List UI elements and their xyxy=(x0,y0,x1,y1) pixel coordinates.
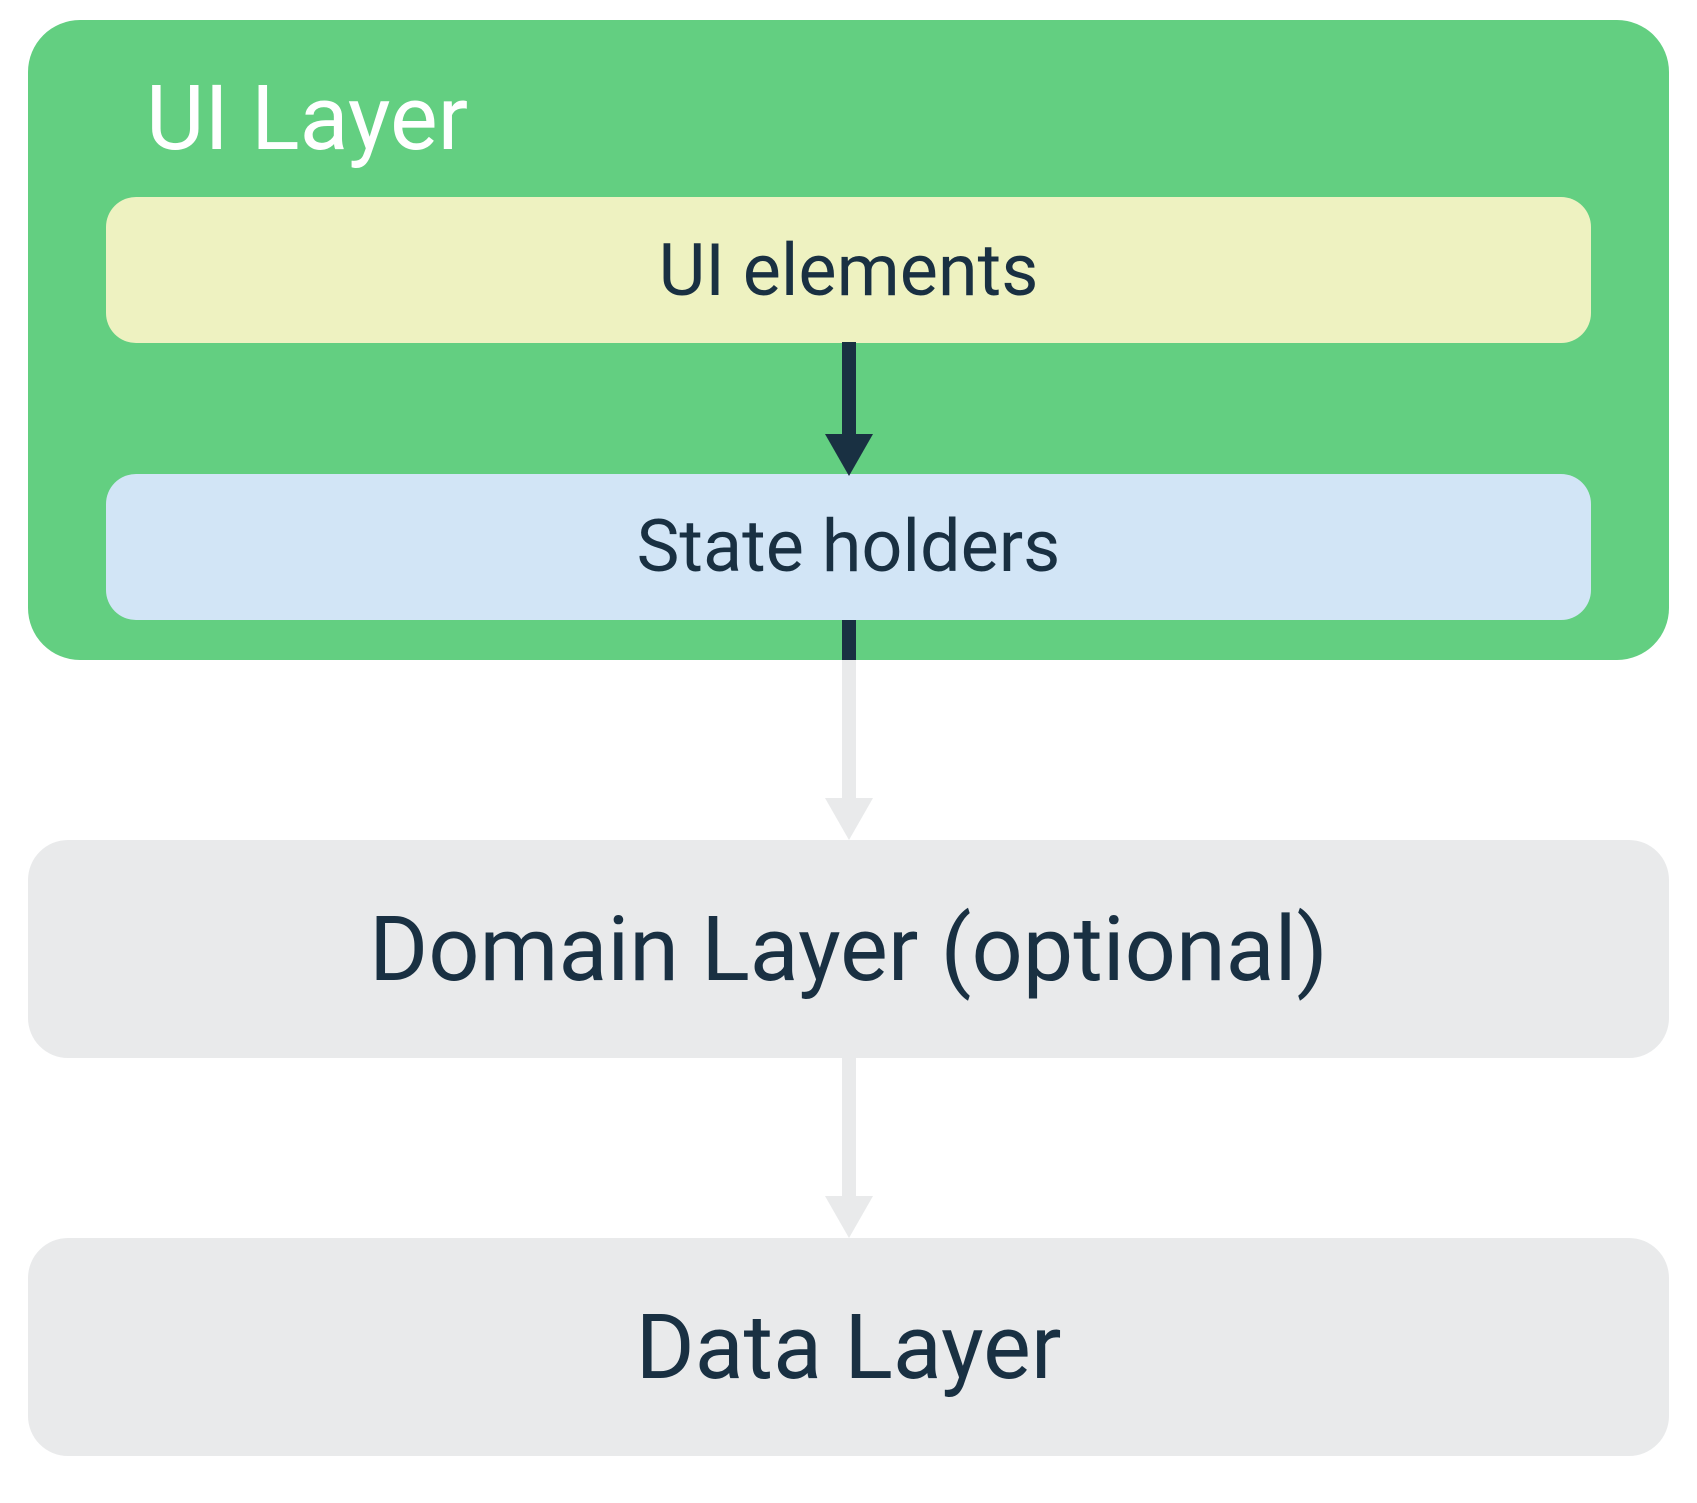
arrow-down-icon xyxy=(819,620,879,840)
data-layer-box: Data Layer xyxy=(28,1238,1669,1456)
ui-elements-box: UI elements xyxy=(106,197,1591,343)
arrow-state-to-domain xyxy=(28,660,1669,840)
ui-layer-container: UI Layer UI elements State holders xyxy=(28,20,1669,660)
arrow-down-icon xyxy=(819,1058,879,1238)
domain-layer-box: Domain Layer (optional) xyxy=(28,840,1669,1058)
state-holders-label: State holders xyxy=(637,504,1061,589)
ui-layer-title: UI Layer xyxy=(146,66,1591,171)
domain-layer-label: Domain Layer (optional) xyxy=(369,897,1328,1002)
arrow-ui-to-state xyxy=(106,343,1591,474)
arrow-down-icon xyxy=(819,342,879,476)
data-layer-label: Data Layer xyxy=(636,1295,1062,1400)
architecture-diagram: UI Layer UI elements State holders Domai… xyxy=(0,0,1697,1503)
arrow-domain-to-data xyxy=(28,1058,1669,1238)
ui-elements-label: UI elements xyxy=(659,228,1039,313)
state-holders-box: State holders xyxy=(106,474,1591,620)
